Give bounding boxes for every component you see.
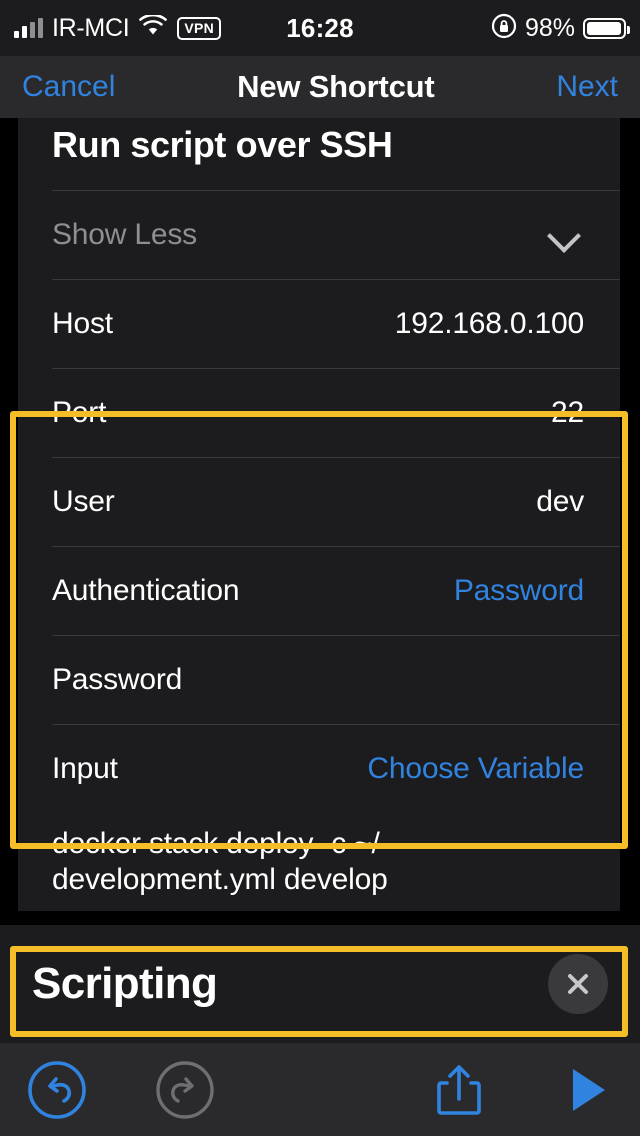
field-label-port: Port: [52, 395, 107, 429]
field-value-user[interactable]: dev: [536, 485, 584, 519]
phone-screen: IR-MCI VPN 16:28 98% Cancel New Shortcut…: [0, 0, 640, 1136]
scripting-panel: Scripting: [0, 925, 640, 1043]
choose-variable-button[interactable]: Choose Variable: [367, 752, 584, 786]
scripting-panel-title: Scripting: [32, 959, 218, 1008]
field-value-host[interactable]: 192.168.0.100: [395, 307, 584, 341]
field-label-input: Input: [52, 751, 118, 785]
field-row-user[interactable]: User dev: [18, 457, 620, 546]
field-label-password: Password: [52, 662, 183, 696]
field-label-host: Host: [52, 306, 113, 340]
close-icon[interactable]: [548, 954, 608, 1014]
field-row-password[interactable]: Password: [18, 635, 620, 724]
action-list-scroll-area[interactable]: Run script over SSH Show Less Host 192.1…: [0, 118, 640, 1037]
field-label-user: User: [52, 484, 115, 518]
page-title: New Shortcut: [237, 69, 435, 104]
navigation-bar: Cancel New Shortcut Next: [0, 56, 640, 118]
action-title: Run script over SSH: [52, 124, 393, 165]
rotation-lock-icon: [491, 13, 517, 44]
cancel-button[interactable]: Cancel: [22, 70, 115, 104]
battery-icon: [583, 17, 630, 39]
script-text-field[interactable]: docker stack deploy -c ~/ development.ym…: [52, 826, 388, 898]
bottom-toolbar: [0, 1043, 640, 1136]
ssh-action-card: Run script over SSH Show Less Host 192.1…: [18, 118, 620, 911]
battery-percent-label: 98%: [524, 13, 575, 42]
play-icon[interactable]: [552, 1055, 622, 1125]
undo-icon[interactable]: [22, 1055, 92, 1125]
share-icon[interactable]: [424, 1055, 494, 1125]
field-label-authentication: Authentication: [52, 573, 240, 607]
chevron-down-icon[interactable]: [550, 220, 580, 250]
show-less-row[interactable]: Show Less: [18, 190, 620, 279]
action-title-row: Run script over SSH: [18, 118, 620, 190]
field-value-authentication[interactable]: Password: [454, 574, 584, 608]
field-row-authentication[interactable]: Authentication Password: [18, 546, 620, 635]
field-row-input[interactable]: Input Choose Variable: [18, 724, 620, 813]
field-row-port[interactable]: Port 22: [18, 368, 620, 457]
status-bar-right: 98%: [491, 13, 630, 44]
show-less-label: Show Less: [52, 217, 197, 251]
script-text-row[interactable]: docker stack deploy -c ~/ development.ym…: [18, 813, 620, 911]
field-value-port[interactable]: 22: [551, 396, 584, 430]
redo-icon: [150, 1055, 220, 1125]
status-bar: IR-MCI VPN 16:28 98%: [0, 0, 640, 56]
field-row-host[interactable]: Host 192.168.0.100: [18, 279, 620, 368]
next-button[interactable]: Next: [556, 70, 618, 104]
